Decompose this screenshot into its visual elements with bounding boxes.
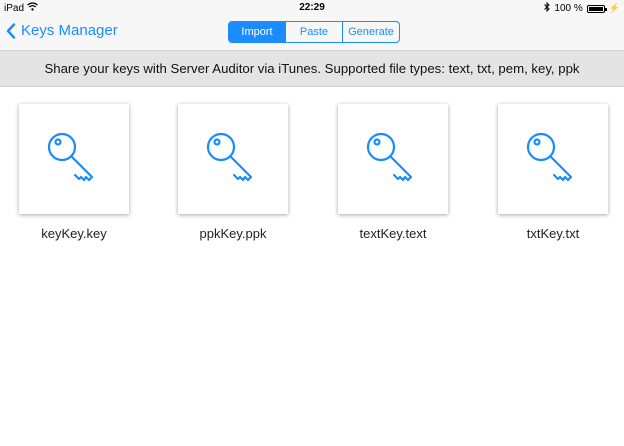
- battery-icon: [586, 4, 607, 13]
- navigation-bar: Keys Manager Import Paste Generate: [0, 16, 624, 50]
- segment-import-label: Import: [241, 26, 273, 38]
- file-thumbnail[interactable]: [498, 104, 608, 214]
- key-icon: [526, 132, 573, 182]
- file-name: txtKey.txt: [526, 226, 580, 241]
- file-thumbnail[interactable]: [338, 104, 448, 214]
- segment-import[interactable]: Import: [229, 22, 285, 42]
- file-name: ppkKey.ppk: [199, 226, 267, 241]
- clock: 22:29: [299, 2, 325, 13]
- status-bar: iPad 22:29 100 % ⚡: [0, 0, 624, 16]
- charging-icon: ⚡: [608, 3, 620, 13]
- chevron-left-icon: [6, 22, 16, 39]
- file-thumbnail[interactable]: [178, 104, 288, 214]
- file-tile[interactable]: keyKey.key: [19, 104, 129, 241]
- itunes-info-banner: Share your keys with Server Auditor via …: [0, 50, 624, 87]
- bluetooth-icon: [544, 1, 551, 15]
- segment-paste-label: Paste: [299, 26, 329, 38]
- back-button[interactable]: Keys Manager: [6, 22, 118, 39]
- status-right: 100 % ⚡: [544, 1, 620, 15]
- mode-segmented-control: Import Paste Generate: [228, 21, 400, 43]
- battery-level-fill: [588, 6, 603, 11]
- segment-generate-label: Generate: [348, 26, 394, 38]
- back-button-label: Keys Manager: [21, 22, 118, 39]
- banner-text: Share your keys with Server Auditor via …: [44, 61, 580, 76]
- file-tile[interactable]: textKey.text: [338, 104, 448, 241]
- battery-percent: 100 %: [554, 3, 583, 14]
- file-tile[interactable]: ppkKey.ppk: [178, 104, 288, 241]
- file-name: textKey.text: [359, 226, 427, 241]
- file-thumbnail[interactable]: [19, 104, 129, 214]
- file-name: keyKey.key: [41, 226, 107, 241]
- segment-generate[interactable]: Generate: [342, 22, 399, 42]
- key-icon: [366, 132, 413, 182]
- key-icon: [206, 132, 253, 182]
- file-tile[interactable]: txtKey.txt: [498, 104, 608, 241]
- key-icon: [47, 132, 94, 182]
- segment-paste[interactable]: Paste: [285, 22, 342, 42]
